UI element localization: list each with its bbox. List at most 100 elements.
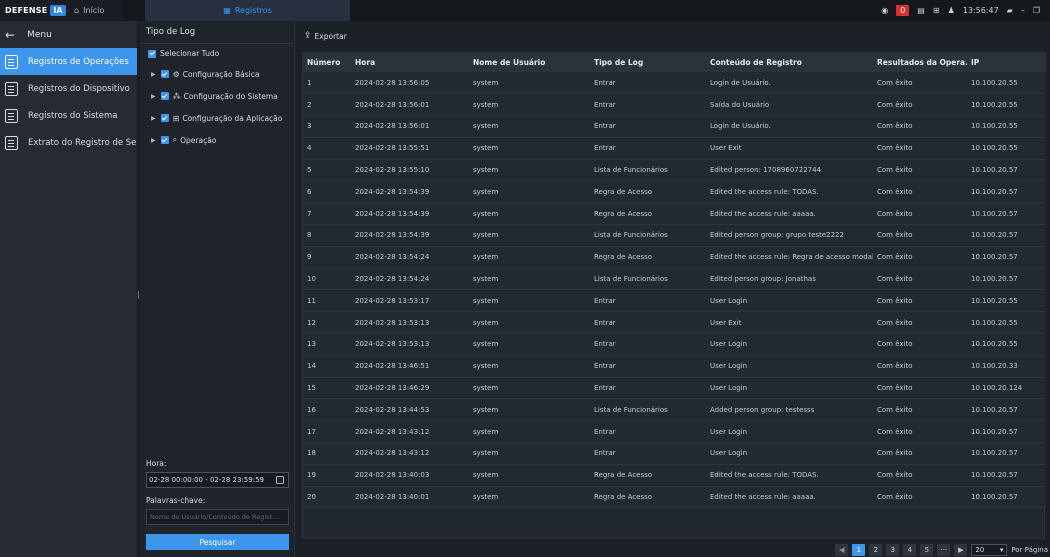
table-row[interactable]: 4 2024-02-28 13:55:51 system Entrar User Exi… [303,137,1046,160]
time-range-field[interactable]: 02-28 00:00:00 - 02-28 23:59:59 [146,472,289,488]
checkbox-checked-icon[interactable] [160,70,169,78]
table-row[interactable]: 9 2024-02-28 13:54:24 system Regra de Acess… [303,246,1046,269]
table-row[interactable]: 1 2024-02-28 13:56:05 system Entrar Login de… [303,72,1046,95]
search-button[interactable]: Pesquisar [146,534,289,550]
table-row[interactable]: 6 2024-02-28 13:54:39 system Regra de Acess… [303,180,1046,204]
page-button-3[interactable]: 3 [886,544,900,556]
menu-item-label: Extrato do Registro de Se... [28,137,137,148]
table-cell: Com êxito [873,464,967,487]
menu-item-registros-dispositivo[interactable]: Registros do Dispositivo [0,75,137,102]
splitter-handle[interactable] [138,291,139,299]
export-icon: ⇪ [304,31,312,41]
column-header[interactable]: IP [967,53,1046,72]
checkbox-checked-icon[interactable] [160,114,169,122]
table-cell: Entrar [590,442,706,465]
back-arrow-icon[interactable]: ← [5,28,15,42]
table-cell: User Login [706,355,873,378]
table-cell: 2024-02-28 13:54:24 [351,246,469,269]
table-row[interactable]: 13 2024-02-28 13:53:13 system Entrar User Lo… [303,333,1046,356]
table-row[interactable]: 17 2024-02-28 13:43:12 system Entrar User Lo… [303,420,1046,444]
tree-item-configuracao-aplicacao[interactable]: ▶ ⊞ Configuração da Aplicação [140,107,294,129]
prev-page-button[interactable]: ◀ [835,544,849,556]
column-header[interactable]: Nome de Usuário [469,53,590,72]
table-row[interactable]: 18 2024-02-28 13:43:12 system Entrar User Lo… [303,442,1046,465]
tab-home[interactable]: ⌂ Início [62,0,144,21]
brand-word: DEFENSE [5,6,48,15]
table-cell: system [469,115,590,138]
table-row[interactable]: 5 2024-02-28 13:55:10 system Lista de Funci… [303,159,1046,182]
table-cell: Com êxito [873,486,967,509]
page-button-1[interactable]: 1 [852,544,866,556]
table-cell: Lista de Funcionários [590,398,706,422]
table-row[interactable]: 8 2024-02-28 13:54:39 system Lista de Funci… [303,224,1046,247]
next-page-button[interactable]: ▶ [954,544,968,556]
table-row[interactable]: 3 2024-02-28 13:56:01 system Entrar Login de… [303,115,1046,138]
table-row[interactable]: 10 2024-02-28 13:54:24 system Lista de Func… [303,268,1046,291]
export-button[interactable]: ⇪ Exportar [304,31,347,41]
table-cell: system [469,137,590,160]
page-button-2[interactable]: 2 [869,544,883,556]
tree-item-configuracao-basica[interactable]: ▶ ⚙ Configuração Básica [140,63,294,85]
keywords-input[interactable] [146,509,289,525]
table-cell: User Login [706,333,873,356]
table-row[interactable]: 7 2024-02-28 13:54:39 system Regra de Acess… [303,202,1046,226]
table-cell: 10.100.20.57 [967,159,1046,182]
checkbox-checked-icon[interactable] [160,92,169,100]
message-icon[interactable]: ▤ [917,6,925,15]
table-row[interactable]: 16 2024-02-28 13:44:53 system Lista de Func… [303,398,1046,422]
tree-item-operacao[interactable]: ▶ ⌕ Operação [140,129,294,151]
table-cell: 10.100.20.57 [967,246,1046,269]
calendar-icon[interactable] [276,476,284,484]
expand-arrow-icon[interactable]: ▶ [151,115,156,122]
checkbox-checked-icon[interactable] [148,49,156,58]
restore-icon[interactable]: ❐ [1033,6,1040,15]
tree-item-configuracao-sistema[interactable]: ▶ ⁂ Configuração do Sistema [140,85,294,107]
more-pages-button[interactable]: ··· [937,544,951,556]
select-all-checkbox[interactable]: Selecionar Tudo [140,44,294,63]
pagination: ◀ 1 2 3 4 5 ··· ▶ 20 ▾ Por Página [835,544,1048,556]
table-cell: Regra de Acesso [590,464,706,487]
network-icon[interactable]: ⊞ [933,6,940,15]
table-cell: system [469,180,590,204]
tab-registros[interactable]: ▦ Registros [145,0,350,21]
table-cell: 12 [303,311,351,335]
table-row[interactable]: 15 2024-02-28 13:46:29 system Entrar User Lo… [303,377,1046,400]
checkbox-checked-icon[interactable] [160,136,169,144]
tree-item-label: Configuração do Sistema [183,91,278,101]
table-cell: 2024-02-28 13:40:03 [351,464,469,487]
table-row[interactable]: 12 2024-02-28 13:53:13 system Entrar User Ex… [303,311,1046,335]
expand-arrow-icon[interactable]: ▶ [151,71,156,78]
alarm-icon[interactable]: ◉ [881,6,888,15]
expand-arrow-icon[interactable]: ▶ [151,93,156,100]
column-header[interactable]: Conteúdo de Registro [706,53,873,72]
page-size-select[interactable]: 20 ▾ [971,544,1008,556]
menu-item-registros-sistema[interactable]: Registros do Sistema [0,102,137,129]
page-button-4[interactable]: 4 [903,544,917,556]
table-cell: 14 [303,355,351,378]
table-cell: Com êxito [873,115,967,138]
menu-item-extrato-registro[interactable]: Extrato do Registro de Se... [0,129,137,156]
column-header[interactable]: Hora [351,53,469,72]
table-row[interactable]: 19 2024-02-28 13:40:03 system Regra de Aces… [303,464,1046,487]
menu-item-registros-operacoes[interactable]: Registros de Operações [0,48,137,75]
page-button-5[interactable]: 5 [920,544,934,556]
table-cell: User Exit [706,137,873,160]
minimize-icon[interactable]: – [1021,6,1025,15]
table-row[interactable]: 2 2024-02-28 13:56:01 system Entrar Saída do… [303,93,1046,117]
menu-header[interactable]: ← Menu [0,21,137,48]
column-header[interactable]: Tipo de Log [590,53,706,72]
column-header[interactable]: Número [303,53,351,72]
column-header[interactable]: Resultados da Opera... [873,53,967,72]
table-row[interactable]: 20 2024-02-28 13:40:01 system Regra de Aces… [303,486,1046,509]
expand-arrow-icon[interactable]: ▶ [151,137,156,144]
table-row[interactable]: 11 2024-02-28 13:53:17 system Entrar User Lo… [303,289,1046,313]
table-cell: Entrar [590,289,706,313]
table-row[interactable]: 14 2024-02-28 13:46:51 system Entrar User Lo… [303,355,1046,378]
alarm-count-badge[interactable]: 0 [896,5,910,16]
user-icon[interactable]: ♟ [948,6,955,15]
lock-icon[interactable]: ▰ [1007,6,1013,15]
tree-item-label: Configuração Básica [182,69,260,79]
table-cell: 2024-02-28 13:56:01 [351,115,469,138]
table-cell: Com êxito [873,333,967,356]
table-cell: system [469,420,590,444]
